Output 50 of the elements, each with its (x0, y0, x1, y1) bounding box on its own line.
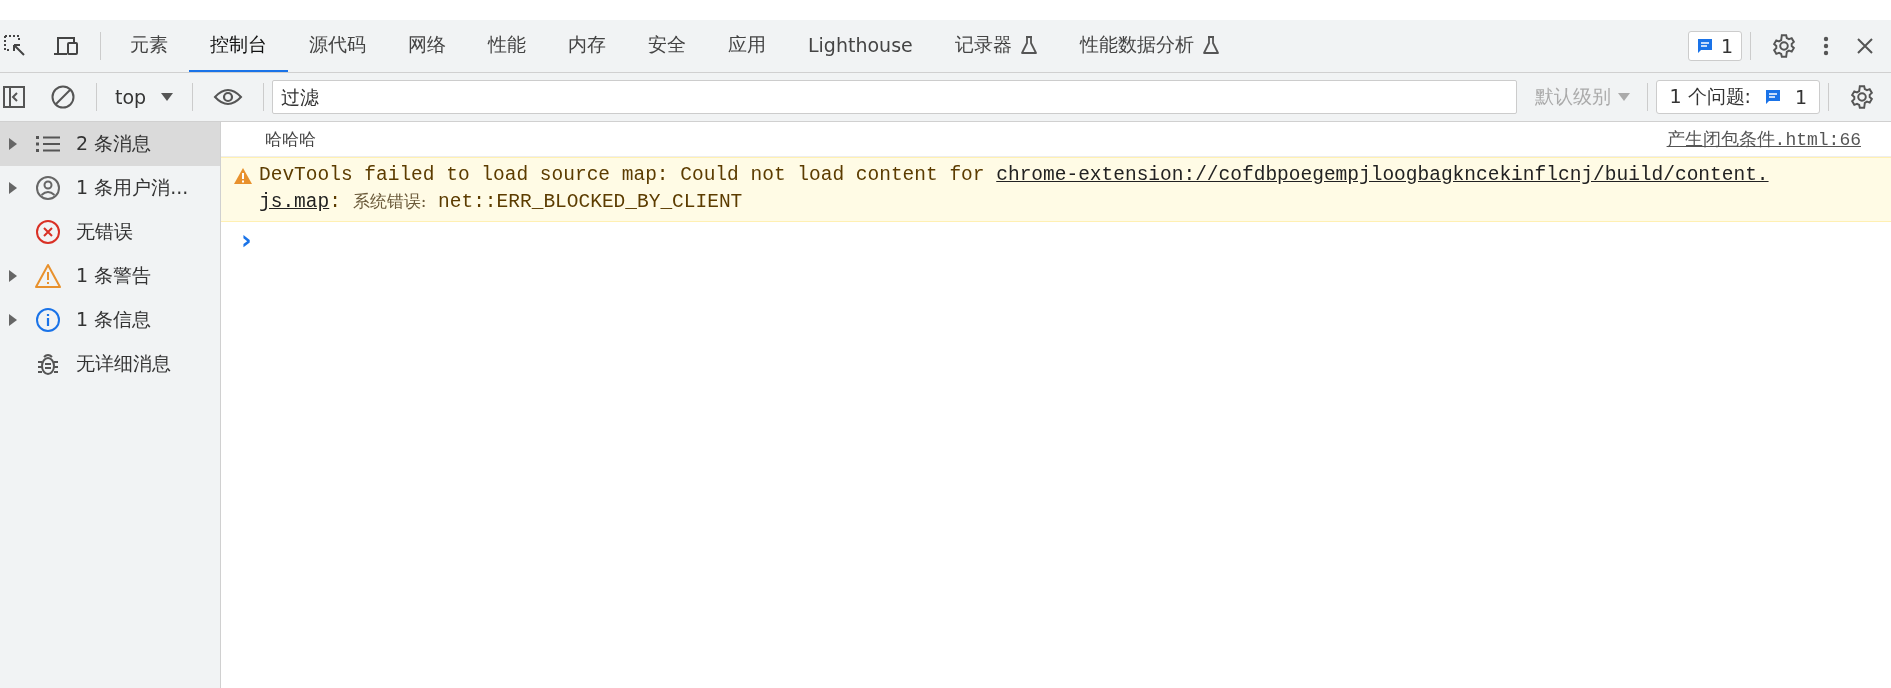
caret-icon (160, 92, 175, 102)
user-icon (34, 175, 62, 201)
message-icon (1764, 89, 1781, 105)
warning-icon (34, 263, 62, 289)
warning-text: net::ERR_BLOCKED_BY_CLIENT (437, 191, 743, 213)
message-icon (1696, 38, 1713, 54)
clear-icon[interactable] (50, 84, 76, 110)
warning-text: DevTools failed to load source map: Could not load content for (259, 164, 986, 186)
warning-text: 系统错误: (352, 191, 427, 211)
expand-arrow-icon[interactable] (8, 313, 18, 327)
url-link[interactable]: chrome-extension://cofdbpoegempjloogbagkncekinflcnj/build/content. (996, 164, 1769, 186)
eye-icon[interactable] (213, 87, 244, 107)
issues-badge[interactable]: 1 (1687, 31, 1742, 61)
panel-tab[interactable]: 源代码 (288, 20, 387, 72)
sidebar-item[interactable]: 1 条信息 (0, 298, 220, 342)
panel-tab[interactable]: 安全 (627, 20, 707, 72)
panel-tab[interactable]: Lighthouse (787, 20, 934, 72)
context-dropdown[interactable]: top (105, 86, 185, 108)
panel-tab[interactable]: 内存 (547, 20, 627, 72)
panel-tab[interactable]: 记录器 (933, 20, 1059, 72)
panel-tab[interactable]: 性能 (467, 20, 547, 72)
sidebar-toggle-icon[interactable] (2, 85, 26, 109)
sidebar-item[interactable]: 无错误 (0, 210, 220, 254)
info-icon (34, 307, 62, 333)
warning-text: : (329, 191, 342, 213)
sidebar-item[interactable]: 1 条用户消... (0, 166, 220, 210)
panel-tab[interactable]: 网络 (387, 20, 467, 72)
log-message: 哈哈哈 (265, 127, 316, 151)
settings-icon[interactable] (1849, 84, 1875, 110)
expand-arrow-icon[interactable] (8, 137, 18, 151)
sidebar-item[interactable]: 无详细消息 (0, 342, 220, 386)
more-icon[interactable] (1821, 34, 1831, 58)
issues-button[interactable]: 1 个问题: 1 (1656, 80, 1820, 114)
settings-icon[interactable] (1771, 33, 1797, 59)
filter-field[interactable]: 过滤 (272, 80, 1518, 114)
sidebar-item[interactable]: 1 条警告 (0, 254, 220, 298)
panel-tab[interactable]: 应用 (707, 20, 787, 72)
prompt-chevron[interactable]: › (241, 225, 252, 255)
panel-tab[interactable]: 元素 (109, 20, 189, 72)
expand-arrow-icon[interactable] (8, 181, 18, 195)
caret-icon (1617, 92, 1632, 102)
error-icon (34, 219, 62, 245)
close-icon[interactable] (1855, 36, 1875, 56)
panel-tab[interactable]: 性能数据分析 (1058, 20, 1241, 72)
url-link[interactable]: js.map (259, 191, 330, 213)
warning-icon (233, 167, 253, 185)
list-icon (34, 133, 62, 155)
expand-arrow-icon[interactable] (8, 269, 18, 283)
sidebar-item[interactable]: 2 条消息 (0, 122, 220, 166)
source-link[interactable]: 产生闭包条件.html:66 (1666, 127, 1861, 151)
